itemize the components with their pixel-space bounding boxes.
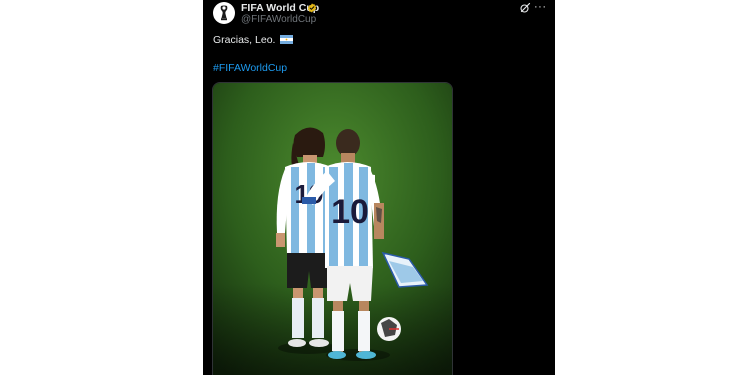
football bbox=[377, 317, 401, 341]
verified-badge-icon bbox=[307, 3, 317, 13]
tweet-header: FIFA World Cup @FIFAWorldCup ··· bbox=[203, 0, 555, 30]
tweet-text-content: Gracias, Leo. bbox=[213, 34, 276, 46]
handle[interactable]: @FIFAWorldCup bbox=[241, 14, 316, 26]
hashtag-link[interactable]: #FIFAWorldCup bbox=[213, 62, 287, 75]
tweet-text: Gracias, Leo. bbox=[213, 34, 294, 47]
grok-icon[interactable] bbox=[519, 2, 531, 14]
avatar[interactable] bbox=[213, 2, 235, 24]
jersey-number-10: 10 bbox=[331, 193, 369, 231]
tweet-card: FIFA World Cup @FIFAWorldCup ··· Gracias… bbox=[203, 0, 555, 375]
more-icon[interactable]: ··· bbox=[534, 2, 548, 14]
players-photo: 19 bbox=[213, 83, 452, 375]
tweet-media-image[interactable]: 19 bbox=[212, 82, 453, 375]
argentina-flag-icon bbox=[280, 35, 294, 44]
world-cup-trophy-logo-icon bbox=[220, 5, 228, 21]
